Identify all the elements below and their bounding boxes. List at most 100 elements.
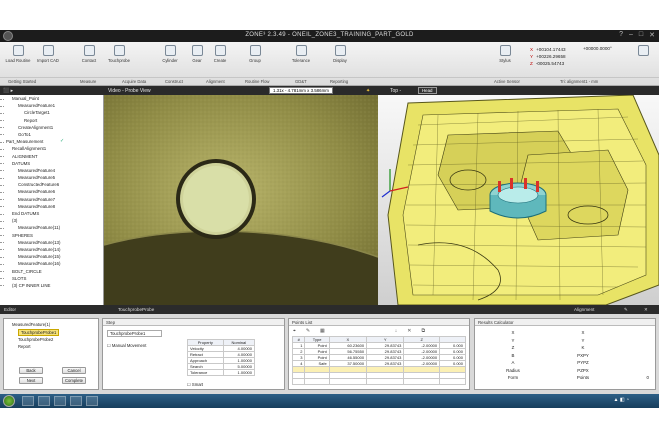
tree-item[interactable]: ConstructedFeature6 <box>0 181 103 188</box>
tree-item[interactable]: ALIGNMENT <box>0 153 103 160</box>
camera-image <box>104 95 378 305</box>
manual-movement-checkbox[interactable]: ☐ Manual Movement <box>107 343 146 348</box>
pen-icon[interactable]: ✎ <box>306 328 310 334</box>
tree-item[interactable]: MeasuredFeature(13) <box>0 239 103 246</box>
cad-model-view[interactable] <box>378 95 659 305</box>
complete-button[interactable]: Complete <box>62 377 86 384</box>
step-panel: Step TouchprobeProbe1 ☐ Manual Movement … <box>102 318 285 390</box>
tree-item[interactable]: MeasuredFeature(16) <box>0 260 103 267</box>
check-icon: ✓ <box>60 138 65 145</box>
result-row: Form Points 0 <box>507 375 649 380</box>
close-icon[interactable]: ✕ <box>649 31 655 39</box>
tree-item[interactable]: MeasuredFeature6 <box>0 188 103 195</box>
editor-item[interactable]: TouchprobeProbe2 <box>18 337 53 342</box>
cylinder-icon <box>164 45 176 56</box>
result-row: B PXPY <box>511 352 589 358</box>
down-icon[interactable]: ↓ <box>395 328 398 334</box>
head-button[interactable]: Head <box>418 87 437 94</box>
contact-button[interactable]: Contact <box>74 45 104 63</box>
cancel-button[interactable]: Cancel <box>62 367 86 374</box>
editor-panel: MeasuredFeature(1) TouchprobeProbe1 Touc… <box>3 318 99 390</box>
tree-item[interactable]: MeasuredFeature(15) <box>0 253 103 260</box>
alignment-label: Tri: alignment1 - mm <box>560 79 599 84</box>
next-button[interactable]: Next <box>19 377 43 384</box>
load-routine-button[interactable]: Load Routine <box>3 45 33 63</box>
view-header: Video - Probe View 1.31x - 4.781mm x 3.5… <box>104 86 659 95</box>
view-mode-label: Top - <box>390 88 402 94</box>
empty-row <box>291 378 466 385</box>
tree-item[interactable]: Part_Measurement ✓ <box>0 138 103 145</box>
reset-button[interactable] <box>628 45 658 58</box>
tree-item[interactable]: (3) <box>0 217 103 224</box>
copy-icon[interactable]: ⧉ <box>421 328 425 334</box>
start-button[interactable] <box>3 395 15 407</box>
ribbon-toolbar: Load Routine Import CAD Contact Touchpro… <box>0 42 659 86</box>
editor-item-selected[interactable]: TouchprobeProbe1 <box>18 329 60 336</box>
grid-icon[interactable]: ▦ <box>320 328 325 334</box>
table-row[interactable]: Tolerance 1.00000 <box>187 369 256 376</box>
tree-item[interactable]: GoTo1 <box>0 131 103 138</box>
cad-model-render <box>381 95 659 305</box>
tree-item[interactable]: MeasuredFeature8 <box>0 203 103 210</box>
probe-camera-view[interactable] <box>104 95 378 305</box>
zone3-app-icon[interactable] <box>86 396 98 406</box>
tree-item[interactable]: SLOTS <box>0 275 103 282</box>
window-title: ZONE³ 2.3.49 - ONEIL_ZONE3_TRAINING_PART… <box>245 32 414 38</box>
tree-item[interactable]: End DATUMS <box>0 210 103 217</box>
scale-readout[interactable]: 1.31x - 4.781mm x 3.586mm <box>269 87 333 94</box>
tree-item[interactable]: BOLT_CIRCLE <box>0 268 103 275</box>
reset-icon <box>637 45 649 56</box>
editor-item[interactable]: Report <box>18 344 31 349</box>
tree-item[interactable]: MeasuredFeature(14) <box>0 246 103 253</box>
tree-item[interactable]: CreateAlignment1 <box>0 124 103 131</box>
minimize-icon[interactable]: – <box>629 31 633 39</box>
ribbon-group-labels: Getting Started Measure Acquire Data Con… <box>0 77 659 85</box>
step-panel-title: Step <box>103 319 284 326</box>
stylus-button[interactable]: Stylus <box>490 45 520 63</box>
smart-checkbox[interactable]: ☐ Smart <box>187 382 203 387</box>
tree-item[interactable]: MeasuredFeature5 <box>0 174 103 181</box>
tolerance-icon <box>295 45 307 56</box>
folder-icon[interactable] <box>54 396 66 406</box>
tree-item[interactable]: MeasuredFeature(11) <box>0 224 103 231</box>
tree-item[interactable]: MeasuredFeature4 <box>0 167 103 174</box>
help-icon[interactable]: ? <box>619 31 623 39</box>
tree-item[interactable]: MeasuredFeature1 <box>0 102 103 109</box>
explorer-icon[interactable] <box>22 396 34 406</box>
tree-item[interactable]: Manual_Point <box>0 95 103 102</box>
display-icon <box>334 45 346 56</box>
system-tray: ▲ ◧ ◔ <box>613 397 629 403</box>
tree-item[interactable]: DATUMS <box>0 160 103 167</box>
tree-item[interactable]: SPHERES <box>0 232 103 239</box>
panel-separator: Editor TouchprobeProbe Alignment ✎ ✕ <box>0 305 659 314</box>
result-row: ZK <box>511 345 585 350</box>
tree-item[interactable]: Report <box>0 117 103 124</box>
pointer-icon[interactable]: ⌖ <box>293 328 296 334</box>
result-row: YY <box>511 337 585 343</box>
tree-item[interactable]: CircleTarget1 <box>0 109 103 116</box>
tree-item[interactable]: RecallAlignment1 <box>0 145 103 152</box>
light-icon[interactable]: ✦ <box>366 88 370 94</box>
tolerance-button[interactable]: Tolerance <box>286 45 316 63</box>
step-name-field[interactable]: TouchprobeProbe1 <box>107 330 162 337</box>
media-icon[interactable] <box>70 396 82 406</box>
cylinder-button[interactable]: Cylinder <box>155 45 185 63</box>
group-button[interactable]: Group <box>240 45 270 63</box>
editor-item[interactable]: MeasuredFeature(1) <box>12 322 50 327</box>
touchprobe-button[interactable]: Touchprobe <box>104 45 134 63</box>
browser-icon[interactable] <box>38 396 50 406</box>
maximize-icon[interactable]: □ <box>639 31 643 39</box>
close-icon[interactable]: ✕ <box>644 307 648 313</box>
tree-item[interactable]: (3) CP INNER LINE <box>0 282 103 289</box>
tree-item[interactable]: MeasuredFeature7 <box>0 196 103 203</box>
group-icon <box>249 45 261 56</box>
back-button[interactable]: Back <box>19 367 43 374</box>
import-cad-button[interactable]: Import CAD <box>33 45 63 63</box>
display-button[interactable]: Display <box>325 45 355 63</box>
create-button[interactable]: Create <box>205 45 235 63</box>
lower-panels: MeasuredFeature(1) TouchprobeProbe1 Touc… <box>0 314 659 394</box>
edit-icon[interactable]: ✎ <box>624 307 628 313</box>
delete-icon[interactable]: ✕ <box>407 328 411 334</box>
results-panel: Results Calculator X X Y Y Z K B PXPY A PYPZ Radiu… <box>474 318 656 390</box>
points-panel: Points List ⌖ ✎ ▦ ↓ ✕ ⧉ # Type X Y Z 1 Point 6… <box>288 318 470 390</box>
